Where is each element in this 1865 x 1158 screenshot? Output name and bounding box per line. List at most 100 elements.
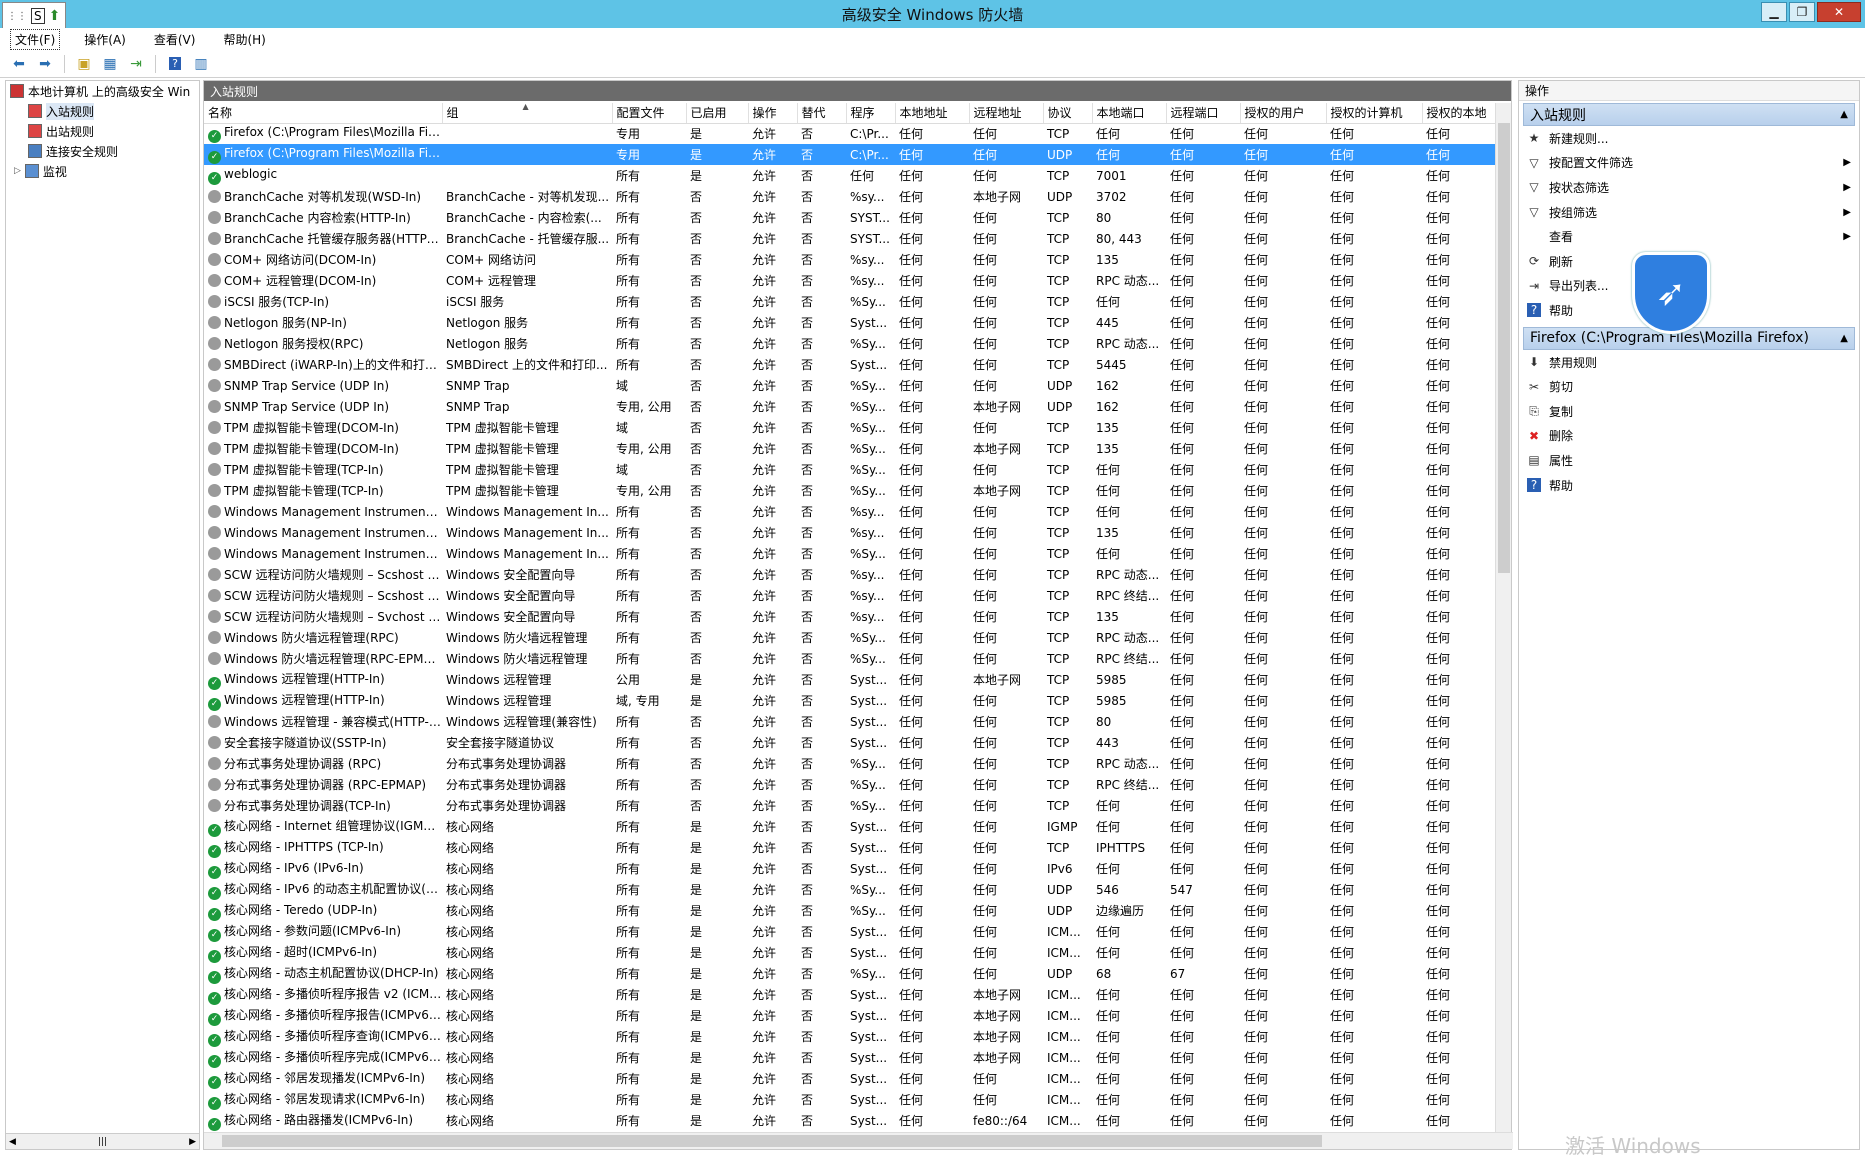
column-header[interactable]: 授权的用户 — [1240, 103, 1327, 124]
table-row[interactable]: SCW 远程访问防火墙规则 – Svchost - T... Windows 安全… — [204, 606, 1496, 627]
table-row[interactable]: ✓ 核心网络 - 多播侦听程序报告(ICMPv6-In) 核心网络 所有 是 允许 否 Sys… — [204, 1005, 1496, 1026]
system-menu[interactable]: ⋮⋮ S ⬆ — [2, 2, 66, 30]
menu-view[interactable]: 查看(V) — [150, 30, 200, 49]
table-row[interactable]: 分布式事务处理协调器 (RPC) 分布式事务处理协调器 所有 否 允许 否 %Sy... 任何… — [204, 753, 1496, 774]
table-row[interactable]: ✓ Windows 远程管理(HTTP-In) Windows 远程管理 域, 专用 是… — [204, 690, 1496, 711]
table-row[interactable]: Windows Management Instrumentati... Windo… — [204, 501, 1496, 522]
table-row[interactable]: 分布式事务处理协调器(TCP-In) 分布式事务处理协调器 所有 否 允许 否 %Sy...… — [204, 795, 1496, 816]
table-row[interactable]: ✓ 核心网络 - 多播侦听程序查询(ICMPv6-In) 核心网络 所有 是 允许 否 Sys… — [204, 1026, 1496, 1047]
table-row[interactable]: ✓ weblogic 所有 是 允许 否 任何 任何 任何 TCP 7001 任何 任何 任何 任何 — [204, 165, 1496, 186]
action-item[interactable]: ⬇ 禁用规则 — [1519, 350, 1859, 375]
table-row[interactable]: Windows 远程管理 - 兼容模式(HTTP-In) Windows 远程管理… — [204, 711, 1496, 732]
table-row[interactable]: 分布式事务处理协调器 (RPC-EPMAP) 分布式事务处理协调器 所有 否 允许 否 %S… — [204, 774, 1496, 795]
rules-vertical-scrollbar[interactable] — [1495, 103, 1511, 1133]
table-row[interactable]: ✓ 核心网络 - 多播侦听程序完成(ICMPv6-In) 核心网络 所有 是 允许 否 Sys… — [204, 1047, 1496, 1068]
table-row[interactable]: 安全套接字隧道协议(SSTP-In) 安全套接字隧道协议 所有 否 允许 否 Syst...… — [204, 732, 1496, 753]
restore-button[interactable]: ❐ — [1789, 2, 1815, 22]
rules-horizontal-scrollbar[interactable] — [204, 1132, 1513, 1149]
show-action-pane-button[interactable]: ▥ — [190, 53, 212, 75]
expand-arrow-icon[interactable]: ▷ — [14, 166, 21, 176]
table-row[interactable]: SCW 远程访问防火墙规则 – Scshost - ... Windows 安全配… — [204, 585, 1496, 606]
tree-item-inbound-rules[interactable]: 入站规则 — [6, 101, 199, 121]
table-row[interactable]: Windows Management Instrumentati... Windo… — [204, 543, 1496, 564]
table-row[interactable]: Windows 防火墙远程管理(RPC) Windows 防火墙远程管理 所有 否 允许… — [204, 627, 1496, 648]
back-button[interactable]: ⬅ — [8, 53, 30, 75]
tree-horizontal-scrollbar[interactable]: ◀ ||| ▶ — [6, 1133, 199, 1149]
tree-item-outbound-rules[interactable]: 出站规则 — [6, 121, 199, 141]
table-row[interactable]: COM+ 网络访问(DCOM-In) COM+ 网络访问 所有 否 允许 否 %sy... 任… — [204, 249, 1496, 270]
table-row[interactable]: Windows Management Instrumentati... Windo… — [204, 522, 1496, 543]
column-header[interactable]: 名称 — [204, 103, 443, 124]
column-header[interactable]: 远程地址 — [969, 103, 1044, 124]
menu-help[interactable]: 帮助(H) — [219, 30, 269, 49]
table-row[interactable]: BranchCache 托管缓存服务器(HTTP-In) BranchCache … — [204, 228, 1496, 249]
action-item[interactable]: ▽ 按状态筛选 ▶ — [1519, 175, 1859, 200]
table-row[interactable]: TPM 虚拟智能卡管理(TCP-In) TPM 虚拟智能卡管理 专用, 公用 否 允许 否… — [204, 480, 1496, 501]
tree-item-monitoring[interactable]: ▷ 监视 — [6, 161, 199, 181]
menu-file[interactable]: 文件(F) — [10, 28, 61, 50]
floating-assistant-icon[interactable]: ➶ — [1632, 252, 1710, 334]
column-header[interactable]: 组 ▲ — [442, 103, 613, 124]
minimize-button[interactable]: ▁ — [1761, 2, 1787, 22]
scroll-grip-icon[interactable]: ||| — [98, 1137, 107, 1147]
actions-section-inbound[interactable]: 入站规则 ▲ — [1523, 103, 1855, 126]
table-row[interactable]: ✓ 核心网络 - 动态主机配置协议(DHCP-In) 核心网络 所有 是 允许 否 %Sy..… — [204, 963, 1496, 984]
table-row[interactable]: BranchCache 对等机发现(WSD-In) BranchCache - 对… — [204, 186, 1496, 207]
column-header[interactable]: 已启用 — [686, 103, 749, 124]
column-header[interactable]: 协议 — [1043, 103, 1093, 124]
table-row[interactable]: ✓ Firefox (C:\Program Files\Mozilla Fire.… — [204, 123, 1496, 144]
table-row[interactable]: ✓ 核心网络 - 超时(ICMPv6-In) 核心网络 所有 是 允许 否 Syst... 任何… — [204, 942, 1496, 963]
table-row[interactable]: Windows 防火墙远程管理(RPC-EPMAP) Windows 防火墙远程管… — [204, 648, 1496, 669]
tree-root[interactable]: 本地计算机 上的高级安全 Win — [6, 81, 199, 101]
table-row[interactable]: SMBDirect (iWARP-In)上的文件和打印... SMBDirect … — [204, 354, 1496, 375]
collapse-icon[interactable]: ▲ — [1840, 109, 1848, 120]
table-row[interactable]: ✓ 核心网络 - 参数问题(ICMPv6-In) 核心网络 所有 是 允许 否 Syst...… — [204, 921, 1496, 942]
scroll-left-icon[interactable]: ◀ — [9, 1137, 16, 1147]
action-item[interactable]: ★ 新建规则... — [1519, 126, 1859, 151]
table-row[interactable]: ✓ Windows 远程管理(HTTP-In) Windows 远程管理 公用 是 允许 否… — [204, 669, 1496, 690]
table-row[interactable]: iSCSI 服务(TCP-In) iSCSI 服务 所有 否 允许 否 %Sy... 任何 任何… — [204, 291, 1496, 312]
table-row[interactable]: SNMP Trap Service (UDP In) SNMP Trap 域 否 允许 否… — [204, 375, 1496, 396]
column-header[interactable]: 授权的计算机 — [1326, 103, 1423, 124]
action-item[interactable]: ⎘ 复制 — [1519, 399, 1859, 424]
table-row[interactable]: SNMP Trap Service (UDP In) SNMP Trap 专用, 公… — [204, 396, 1496, 417]
horizontal-scroll-thumb[interactable] — [222, 1135, 1322, 1147]
table-row[interactable]: ✓ 核心网络 - Internet 组管理协议(IGMP-In) 核心网络 所有 是 允许… — [204, 816, 1496, 837]
forward-button[interactable]: ➡ — [34, 53, 56, 75]
scroll-right-icon[interactable]: ▶ — [189, 1137, 196, 1147]
menu-action[interactable]: 操作(A) — [80, 30, 130, 49]
action-item[interactable]: ✖ 删除 — [1519, 424, 1859, 449]
table-row[interactable]: COM+ 远程管理(DCOM-In) COM+ 远程管理 所有 否 允许 否 %sy... 任… — [204, 270, 1496, 291]
export-list-button[interactable]: ⇥ — [125, 53, 147, 75]
column-header[interactable]: 本地地址 — [895, 103, 970, 124]
table-row[interactable]: ✓ 核心网络 - 多播侦听程序报告 v2 (ICMP... 核心网络 所有 是 允许 否 Sy… — [204, 984, 1496, 1005]
table-row[interactable]: ✓ 核心网络 - IPv6 的动态主机配置协议(D... 核心网络 所有 是 允许 否 %Sy… — [204, 879, 1496, 900]
show-hide-tree-button[interactable]: ▦ — [99, 53, 121, 75]
column-header[interactable]: 操作 — [748, 103, 798, 124]
table-row[interactable]: ✓ Firefox (C:\Program Files\Mozilla Fire.… — [204, 144, 1496, 165]
action-item[interactable]: ▤ 属性 — [1519, 448, 1859, 473]
table-row[interactable]: TPM 虚拟智能卡管理(TCP-In) TPM 虚拟智能卡管理 域 否 允许 否 %Sy..… — [204, 459, 1496, 480]
table-row[interactable]: ✓ 核心网络 - 路由器播发(ICMPv6-In) 核心网络 所有 是 允许 否 Syst..… — [204, 1110, 1496, 1131]
column-header[interactable]: 本地端口 — [1092, 103, 1167, 124]
table-row[interactable]: SCW 远程访问防火墙规则 – Scshost - ... Windows 安全配… — [204, 564, 1496, 585]
table-row[interactable]: ✓ 核心网络 - IPHTTPS (TCP-In) 核心网络 所有 是 允许 否 Syst..… — [204, 837, 1496, 858]
table-row[interactable]: TPM 虚拟智能卡管理(DCOM-In) TPM 虚拟智能卡管理 域 否 允许 否 %Sy.… — [204, 417, 1496, 438]
column-header[interactable]: 远程端口 — [1166, 103, 1241, 124]
tree-item-connection-security[interactable]: 连接安全规则 — [6, 141, 199, 161]
help-button[interactable]: ? — [164, 53, 186, 75]
action-item[interactable]: ? 帮助 — [1519, 473, 1859, 498]
close-button[interactable]: ✕ — [1817, 2, 1861, 22]
table-row[interactable]: ✓ 核心网络 - IPv6 (IPv6-In) 核心网络 所有 是 允许 否 Syst... 任… — [204, 858, 1496, 879]
table-row[interactable]: BranchCache 内容检索(HTTP-In) BranchCache - 内… — [204, 207, 1496, 228]
action-item[interactable]: ▽ 按配置文件筛选 ▶ — [1519, 151, 1859, 176]
table-row[interactable]: Netlogon 服务授权(RPC) Netlogon 服务 所有 否 允许 否 %Sy..… — [204, 333, 1496, 354]
action-item[interactable]: ✂ 剪切 — [1519, 374, 1859, 399]
collapse-icon[interactable]: ▲ — [1840, 333, 1848, 344]
column-header[interactable]: 授权的本地 — [1422, 103, 1496, 124]
action-item[interactable]: ▽ 按组筛选 ▶ — [1519, 200, 1859, 225]
vertical-scroll-thumb[interactable] — [1498, 123, 1510, 573]
table-row[interactable]: Netlogon 服务(NP-In) Netlogon 服务 所有 否 允许 否 Syst.… — [204, 312, 1496, 333]
table-row[interactable]: ✓ 核心网络 - Teredo (UDP-In) 核心网络 所有 是 允许 否 %Sy... 任… — [204, 900, 1496, 921]
actions-section-selected-rule[interactable]: Firefox (C:\Program Files\Mozilla Firefo… — [1523, 326, 1855, 350]
